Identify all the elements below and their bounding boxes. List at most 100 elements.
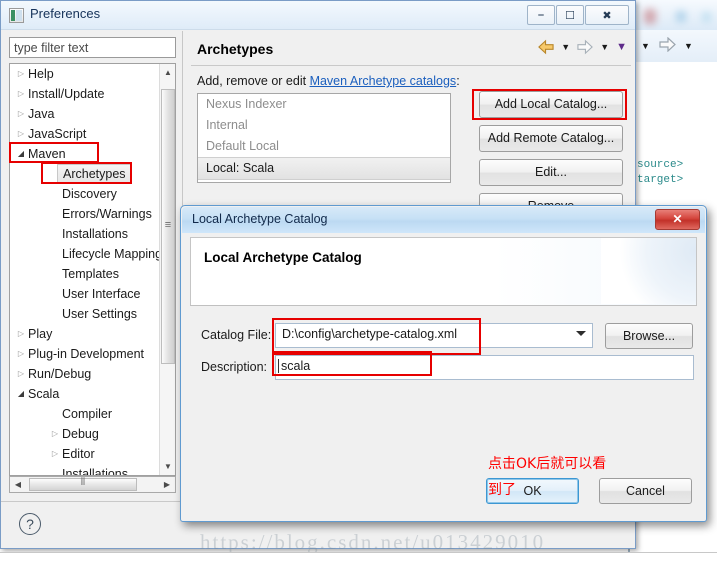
tree-item-lifecycle-mapping[interactable]: Lifecycle Mapping [10,244,162,264]
back-history-chevron-down-icon[interactable]: ▼ [561,39,570,55]
scroll-up-icon[interactable]: ▲ [160,64,175,81]
twisty-expanded-icon[interactable]: ◢ [14,384,28,404]
tree-item-discovery[interactable]: Discovery [10,184,160,204]
minimize-icon: ⎯ [538,9,544,21]
navigation-toolbar: ▼ ▼ ▼ [538,39,627,55]
description-prefix: Add, remove or edit [197,74,310,88]
tree-item-plug-in-development[interactable]: ▷ Plug-in Development [10,344,160,364]
add-remote-catalog-button[interactable]: Add Remote Catalog... [479,125,623,152]
tree-item-label: Maven [28,147,66,161]
preferences-tree[interactable]: ▷ Help ▷ Install/Update ▷ Java ▷ JavaScript ◢ Mav… [9,63,176,476]
twisty-collapsed-icon[interactable]: ▷ [14,104,28,124]
tree-item-label: Discovery [62,187,117,201]
tree-item-label: Install/Update [28,87,105,101]
horizontal-scroll-thumb[interactable] [29,477,137,491]
tree-item-label: Archetypes [57,164,132,184]
chevron-down-icon[interactable]: ▼ [641,38,650,54]
twisty-collapsed-icon[interactable]: ▷ [48,444,62,464]
maximize-icon: ☐ [565,10,575,22]
close-icon: ✖ [602,10,612,22]
preferences-icon [9,8,24,23]
dialog-close-button[interactable]: ✕ [655,209,700,230]
catalog-list[interactable]: Nexus Indexer Internal Default Local Local:… [197,93,451,183]
scroll-left-icon[interactable]: ◀ [10,477,26,492]
annotation-line-1: 点击OK后就可以看 [488,456,607,472]
tree-item-installations[interactable]: Installations [10,464,160,475]
tree-item-label: User Interface [62,287,141,301]
tree-item-scala[interactable]: ◢ Scala [10,384,160,404]
catalog-list-item[interactable]: Default Local [198,136,450,157]
catalog-file-combo[interactable]: D:\config\archetype-catalog.xml [275,323,593,348]
tree-item-java[interactable]: ▷ Java [10,104,160,124]
screenshot-root: ▼ ▼ source> target> Preferences ⎯ ☐ ✖ ty… [0,0,717,561]
tree-item-label: Scala [28,387,60,401]
tree-item-archetypes[interactable]: Archetypes [10,164,160,184]
browse-button[interactable]: Browse... [605,323,693,349]
tree-item-editor[interactable]: ▷ Editor [10,444,160,464]
minimize-button[interactable]: ⎯ [527,5,555,25]
tree-item-label: Debug [62,427,99,441]
twisty-collapsed-icon[interactable]: ▷ [14,84,28,104]
back-arrow-icon[interactable] [538,39,554,55]
chevron-down-icon[interactable]: ▼ [684,38,693,54]
outer-window-bottom [0,552,717,561]
tree-item-label: Installations [62,227,129,241]
twisty-collapsed-icon[interactable]: ▷ [14,364,28,384]
title-rule [191,65,631,66]
tree-item-javascript[interactable]: ▷ JavaScript [10,124,160,144]
tree-horizontal-scrollbar[interactable]: ◀ ▶ [9,476,176,493]
vertical-scroll-thumb[interactable] [161,89,175,364]
forward-arrow-icon[interactable] [659,37,676,52]
maximize-button[interactable]: ☐ [556,5,584,25]
view-menu-chevron-down-icon[interactable]: ▼ [616,39,627,55]
catalog-list-item[interactable]: Nexus Indexer [198,94,450,115]
forward-arrow-icon[interactable] [577,39,594,55]
tree-item-help[interactable]: ▷ Help [10,64,160,84]
scroll-down-icon[interactable]: ▼ [160,458,175,475]
dialog-header-banner: Local Archetype Catalog [190,237,697,305]
chevron-down-icon[interactable] [576,331,586,336]
tree-vertical-scrollbar[interactable]: ▲ ▼ [159,64,175,475]
tree-item-label: Play [28,327,53,341]
annotation-line-2: 到了 [488,482,516,498]
catalog-list-item[interactable]: Local: Scala [198,157,450,180]
filter-input[interactable]: type filter text [9,37,176,58]
twisty-collapsed-icon[interactable]: ▷ [14,344,28,364]
window-controls: ⎯ ☐ ✖ [526,5,629,25]
maven-archetype-catalogs-link[interactable]: Maven Archetype catalogs [310,74,457,88]
twisty-expanded-icon[interactable]: ◢ [14,144,28,164]
text-caret [278,359,279,373]
tree-item-debug[interactable]: ▷ Debug [10,424,160,444]
twisty-collapsed-icon[interactable]: ▷ [14,324,28,344]
tree-item-run-debug[interactable]: ▷ Run/Debug [10,364,160,384]
dialog-header-title: Local Archetype Catalog [204,250,362,265]
twisty-collapsed-icon[interactable]: ▷ [48,424,62,444]
twisty-collapsed-icon[interactable]: ▷ [14,124,28,144]
tree-item-label: Compiler [62,407,113,421]
tree-item-errors-warnings[interactable]: Errors/Warnings [10,204,160,224]
catalog-list-item[interactable]: Internal [198,115,450,136]
add-local-catalog-button[interactable]: Add Local Catalog... [479,91,623,118]
scroll-right-icon[interactable]: ▶ [159,477,175,492]
description-input[interactable]: scala [275,355,694,380]
tree-item-maven[interactable]: ◢ Maven [10,144,160,164]
tree-item-compiler[interactable]: Compiler [10,404,160,424]
tree-item-user-settings[interactable]: User Settings [10,304,160,324]
tree-item-templates[interactable]: Templates [10,264,160,284]
catalog-file-label: Catalog File: [201,328,272,342]
twisty-collapsed-icon[interactable]: ▷ [14,64,28,84]
tree-item-user-interface[interactable]: User Interface [10,284,160,304]
help-question-icon[interactable]: ? [19,513,41,535]
tree-item-installations[interactable]: Installations [10,224,160,244]
edit-button[interactable]: Edit... [479,159,623,186]
forward-history-chevron-down-icon[interactable]: ▼ [600,39,609,55]
tree-item-label: Java [28,107,55,121]
blur-blob [676,11,686,22]
cancel-button[interactable]: Cancel [599,478,692,504]
tree-item-play[interactable]: ▷ Play [10,324,160,344]
description-label: Description: [201,360,267,374]
tree-item-label: Editor [62,447,95,461]
close-button[interactable]: ✖ [585,5,629,25]
tree-item-install-update[interactable]: ▷ Install/Update [10,84,160,104]
close-icon: ✕ [672,212,683,226]
